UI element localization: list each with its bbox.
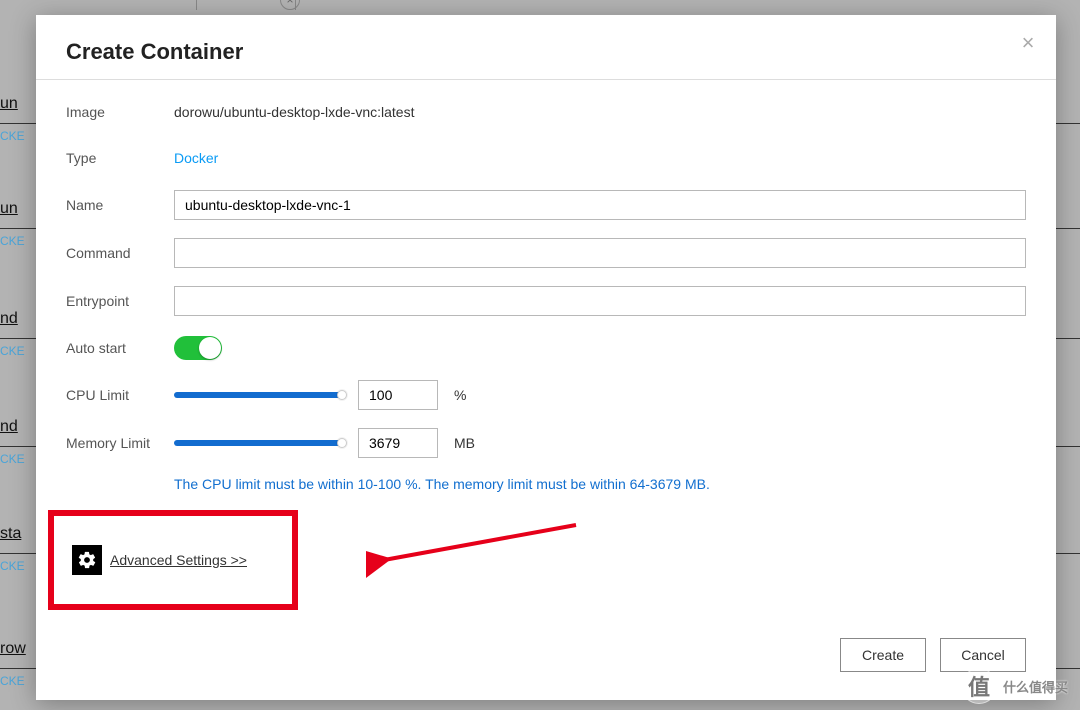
watermark: 值 什么值得买 [961, 668, 1068, 704]
annotation-arrow-icon [366, 515, 596, 595]
create-container-modal: × Create Container Image dorowu/ubuntu-d… [36, 15, 1056, 700]
autostart-label: Auto start [66, 340, 174, 356]
type-link[interactable]: Docker [174, 150, 218, 166]
entrypoint-input[interactable] [174, 286, 1026, 316]
cpu-limit-input[interactable] [358, 380, 438, 410]
watermark-icon: 值 [961, 668, 997, 704]
bg-text: CKE [0, 129, 25, 143]
command-input[interactable] [174, 238, 1026, 268]
divider [36, 79, 1056, 80]
close-icon[interactable]: × [1014, 29, 1042, 57]
image-label: Image [66, 104, 174, 120]
image-value: dorowu/ubuntu-desktop-lxde-vnc:latest [174, 104, 414, 120]
cpu-unit: % [454, 387, 466, 403]
name-label: Name [66, 197, 174, 213]
modal-title: Create Container [66, 39, 1026, 65]
watermark-text: 什么值得买 [1003, 677, 1068, 696]
cpu-limit-slider[interactable] [174, 392, 342, 398]
bg-text: un [0, 200, 18, 217]
bg-text: CKE [0, 452, 25, 466]
advanced-settings-highlight: Advanced Settings >> [48, 510, 298, 610]
bg-text: nd [0, 418, 18, 435]
name-input[interactable] [174, 190, 1026, 220]
limit-hint: The CPU limit must be within 10-100 %. T… [174, 476, 1026, 492]
memory-unit: MB [454, 435, 475, 451]
memory-limit-slider[interactable] [174, 440, 342, 446]
bg-text: CKE [0, 674, 25, 688]
entrypoint-label: Entrypoint [66, 293, 174, 309]
advanced-settings-link[interactable]: Advanced Settings >> [110, 552, 247, 568]
bg-text: CKE [0, 344, 25, 358]
command-label: Command [66, 245, 174, 261]
bg-text: CKE [0, 234, 25, 248]
gear-icon [72, 545, 102, 575]
bg-text: sta [0, 525, 21, 542]
create-button[interactable]: Create [840, 638, 926, 672]
bg-text: row [0, 640, 26, 657]
memory-limit-label: Memory Limit [66, 435, 174, 451]
bg-text: nd [0, 310, 18, 327]
autostart-toggle[interactable] [174, 336, 222, 360]
cpu-limit-label: CPU Limit [66, 387, 174, 403]
bg-text: un [0, 95, 18, 112]
type-label: Type [66, 150, 174, 166]
bg-text: CKE [0, 559, 25, 573]
cancel-button[interactable]: Cancel [940, 638, 1026, 672]
memory-limit-input[interactable] [358, 428, 438, 458]
